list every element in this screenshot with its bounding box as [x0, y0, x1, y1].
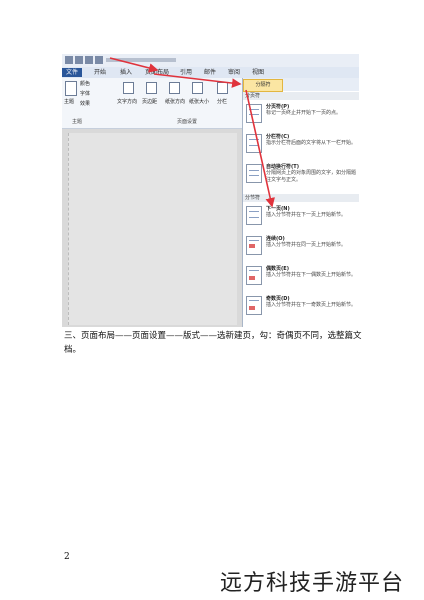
arrow-to-breaks — [153, 73, 242, 88]
page-number: 2 — [64, 552, 70, 562]
annotation-arrows — [109, 57, 275, 208]
arrow-to-page-layout — [109, 57, 159, 73]
instruction-text: 三、页面布局——页面设置——版式——选新建页，勾：奇偶页不同，选整篇文档。 — [64, 331, 362, 355]
arrow-to-next-page — [245, 89, 275, 208]
watermark: 远方科技手游平台 — [220, 571, 405, 596]
